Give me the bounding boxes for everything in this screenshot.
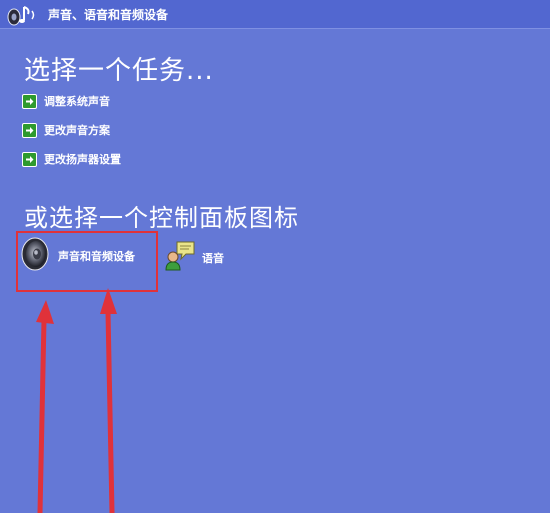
- task-change-sound-scheme[interactable]: 更改声音方案: [22, 122, 110, 138]
- green-arrow-icon: [22, 151, 37, 167]
- green-arrow-icon: [22, 93, 37, 109]
- green-arrow-icon: [22, 122, 37, 138]
- speech-icon: [164, 240, 196, 276]
- pick-task-heading: 选择一个任务...: [24, 56, 214, 86]
- red-arrow-right: [100, 288, 117, 513]
- window-title: 声音、语音和音频设备: [48, 8, 169, 22]
- task-label: 更改扬声器设置: [44, 153, 121, 166]
- task-adjust-system-volume[interactable]: 调整系统声音: [22, 93, 110, 109]
- sound-speech-audio-icon: [6, 3, 38, 27]
- red-highlight-box: [16, 231, 158, 292]
- task-label: 调整系统声音: [44, 95, 110, 108]
- speech-item[interactable]: 语音: [164, 240, 224, 276]
- red-arrow-left: [36, 300, 54, 513]
- task-change-speaker-settings[interactable]: 更改扬声器设置: [22, 151, 121, 167]
- task-label: 更改声音方案: [44, 124, 110, 137]
- header-bar: 声音、语音和音频设备: [0, 0, 550, 29]
- pick-control-panel-icon-heading: 或选择一个控制面板图标: [24, 204, 299, 232]
- speech-label: 语音: [202, 252, 224, 265]
